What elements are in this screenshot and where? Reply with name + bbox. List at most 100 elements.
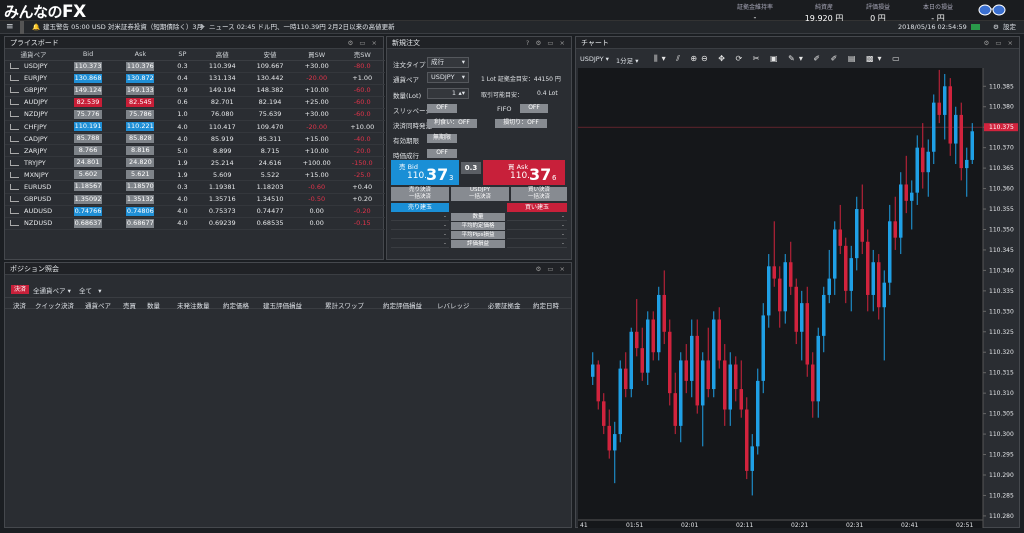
sell-bid-button[interactable]: 売 Bid 110. 37 3 [391,160,459,185]
interval-select[interactable]: 1分足 ▾ [616,55,638,65]
timed-toggle[interactable]: OFF [427,149,457,158]
fifo-toggle[interactable]: OFF [520,104,548,113]
column-header[interactable]: 安値 [246,49,294,61]
qty-input[interactable]: 1 ▴▾ [427,88,469,99]
price-chart[interactable]: 110.385 110.380 110.375 110.370 110.365 110.3… [578,68,1018,528]
ask-price[interactable]: 130.872 [114,72,167,85]
chart-icon[interactable] [10,123,19,130]
ask-price[interactable]: 24.820 [114,156,167,170]
column-header[interactable]: 高値 [198,49,247,61]
price-row[interactable]: CHFJPY 110.191 110.221 4.0 110.417 109.470 -20… [5,120,385,134]
chart-icon[interactable] [10,159,19,166]
settle-button[interactable]: 決済 [11,285,29,294]
position-column-header[interactable]: レバレッジ [437,300,470,310]
bid-price[interactable]: 85.788 [61,132,115,146]
price-row[interactable]: EURUSD 1.18567 1.18570 0.3 1.19381 1.18203 -0.… [5,180,385,194]
price-row[interactable]: NZDUSD 0.68637 0.68677 4.0 0.69239 0.68535 0.0… [5,217,385,230]
ask-price[interactable]: 1.18570 [114,180,167,194]
ask-price[interactable]: 82.545 [114,96,167,109]
buy-ask-button[interactable]: 買 Ask 110. 37 6 [483,160,565,185]
chart-icon[interactable] [10,183,19,190]
ask-price[interactable]: 149.133 [114,84,167,97]
column-header[interactable]: 買SW [293,49,340,61]
chart-toolbar[interactable]: ⫼▾ ⫽ ⊕⊖ ✥ ⟳ ✂ ▣ ✎▾ ✐ ✐ ▤ ▩▾ ▭ [654,54,904,64]
position-column-header[interactable]: 数量 [147,300,160,310]
ask-price[interactable]: 5.621 [114,168,167,182]
bid-price[interactable]: 0.74766 [61,205,115,218]
position-column-header[interactable]: 累計スワップ [325,300,364,310]
ask-price[interactable]: 110.221 [114,120,167,134]
bid-price[interactable]: 110.373 [61,60,115,73]
chart-icon[interactable] [10,135,19,142]
column-header[interactable]: 通貨ペア [5,49,62,61]
gear-icon[interactable]: ⚙ [993,21,999,34]
column-header[interactable]: SP [166,49,199,61]
panel-controls-icon[interactable]: ? ⚙ ▭ × [526,37,567,49]
chart-icon[interactable] [10,147,19,154]
price-row[interactable]: NZDJPY 75.776 75.786 1.0 76.080 75.639 +30.00-… [5,108,385,121]
chart-icon[interactable] [10,75,19,82]
bid-price[interactable]: 1.18567 [61,180,115,194]
column-header[interactable]: Ask [114,49,167,61]
chart-icon[interactable] [10,63,19,70]
panel-controls-icon[interactable]: ⚙ ▭ × [983,37,1015,49]
chart-icon[interactable] [10,196,19,203]
ask-price[interactable]: 0.74806 [114,205,167,218]
pair-select[interactable]: USDJPY ▾ [427,72,469,83]
position-column-header[interactable]: 通貨ペア [85,300,111,310]
chart-pair-select[interactable]: USDJPY ▾ [580,55,609,63]
chart-icon[interactable] [10,171,19,178]
ask-price[interactable]: 110.376 [114,60,167,73]
glasses-icon[interactable] [978,3,1006,16]
buy-settle-button[interactable]: 買い決済 一括決済 [511,187,567,201]
chart-icon[interactable] [10,111,19,118]
ask-price[interactable]: 1.35132 [114,193,167,206]
bid-price[interactable]: 149.124 [61,84,115,97]
alert-text[interactable]: 建玉警告 05:00 USD 対米証券投資（短期債除く）3月 [43,21,203,34]
bid-price[interactable]: 5.602 [61,168,115,182]
price-row[interactable]: TRYJPY 24.801 24.820 1.9 25.214 24.616 +100.00… [5,156,385,170]
chart-icon[interactable] [10,87,19,94]
ask-price[interactable]: 75.786 [114,108,167,121]
ask-price[interactable]: 85.828 [114,132,167,146]
price-row[interactable]: USDJPY 110.373 110.376 0.3 110.394 109.667 +30… [5,60,385,73]
bid-price[interactable]: 82.539 [61,96,115,109]
price-row[interactable]: GBPUSD 1.35092 1.35132 4.0 1.35716 1.34510 -0.… [5,193,385,206]
position-column-header[interactable]: 必要証拠金 [488,300,521,310]
side-filter[interactable]: 全て ▾ [79,285,101,295]
column-header[interactable]: 売SW [339,49,385,61]
stop-button[interactable]: 損切り：OFF [495,119,547,128]
order-type-select[interactable]: 成行 ▾ [427,57,469,68]
position-column-header[interactable]: 約定評価損益 [383,300,422,310]
bulk-settle-button[interactable]: USDJPY 一括決済 [451,187,509,201]
settings-label[interactable]: 設定 [1003,21,1016,34]
price-row[interactable]: MXNJPY 5.602 5.621 1.9 5.609 5.522 +15.00 -25.0 [5,168,385,182]
slippage-toggle[interactable]: OFF [427,104,457,113]
bid-price[interactable]: 75.776 [61,108,115,121]
chart-icon[interactable] [10,220,19,227]
bid-price[interactable]: 8.766 [61,144,115,158]
limit-button[interactable]: 利食い：OFF [427,119,477,128]
bid-price[interactable]: 110.191 [61,120,115,134]
bid-price[interactable]: 0.68637 [61,217,115,230]
price-row[interactable]: EURJPY 130.868 130.872 0.4 131.134 130.442 -20… [5,72,385,85]
news-headline[interactable]: ニュース 02:45 ドル円、一時110.39円 2月2日以来の高値更新 [209,21,395,34]
expiry-button[interactable]: 無期限 [427,134,457,143]
price-row[interactable]: GBPJPY 149.124 149.133 0.9 149.194 148.382 +10… [5,84,385,97]
column-header[interactable]: Bid [61,49,115,61]
price-row[interactable]: AUDJPY 82.539 82.545 0.6 82.701 82.194 +25.00-… [5,96,385,109]
price-row[interactable]: ZARJPY 8.766 8.816 5.0 8.899 8.715 +10.00 -20.0 [5,144,385,158]
price-row[interactable]: CADJPY 85.788 85.828 4.0 85.919 85.311 +15.00-… [5,132,385,146]
position-column-header[interactable]: 約定日時 [533,300,559,310]
bid-price[interactable]: 1.35092 [61,193,115,206]
menu-icon[interactable]: ≡ [6,21,14,34]
ask-price[interactable]: 0.68677 [114,217,167,230]
position-column-header[interactable]: クイック決済 [35,300,74,310]
position-column-header[interactable]: 未発注数量 [177,300,210,310]
panel-controls-icon[interactable]: ⚙ ▭ × [347,37,379,49]
pair-filter[interactable]: 全通貨ペア ▾ [33,285,71,295]
position-column-header[interactable]: 決済 [13,300,26,310]
chart-icon[interactable] [10,208,19,215]
position-column-header[interactable]: 約定価格 [223,300,249,310]
price-row[interactable]: AUDUSD 0.74766 0.74806 4.0 0.75373 0.74477 0.0… [5,205,385,218]
